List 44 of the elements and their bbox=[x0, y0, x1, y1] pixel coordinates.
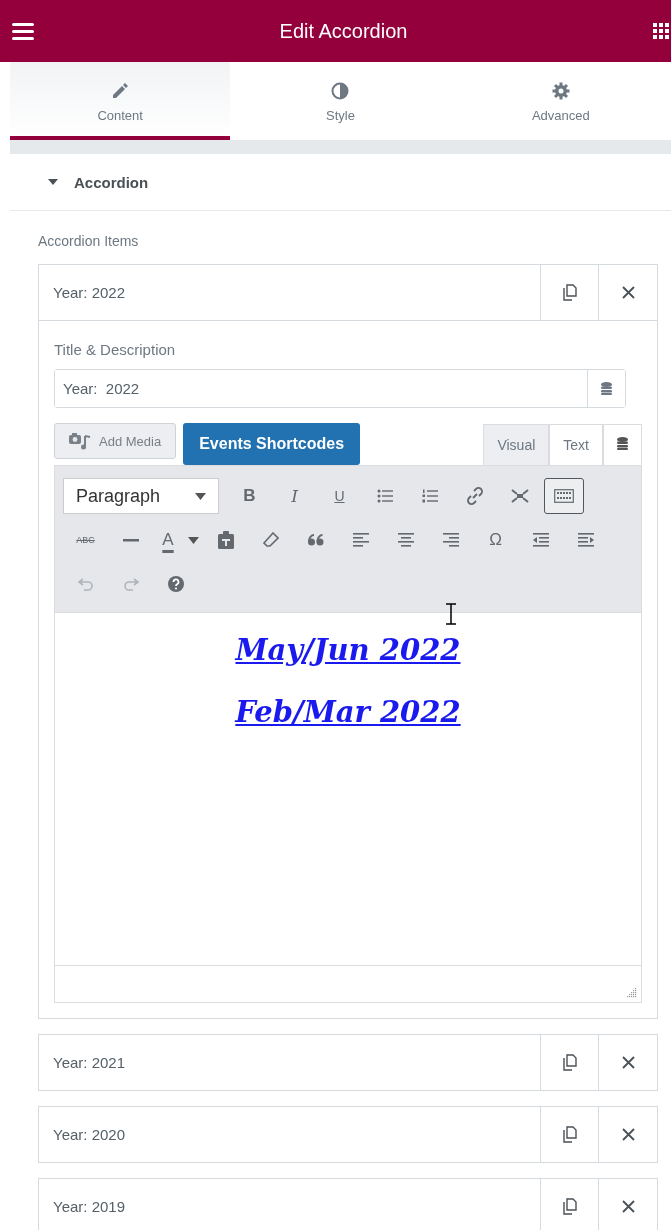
copy-icon bbox=[562, 1198, 577, 1215]
contrast-icon bbox=[331, 81, 350, 100]
dynamic-tags-button[interactable] bbox=[587, 370, 625, 407]
camera-music-icon bbox=[69, 432, 91, 450]
panel-tab[interactable]: Content bbox=[10, 62, 231, 140]
format-dropdown[interactable]: Paragraph bbox=[63, 478, 219, 514]
editor-mode-tab[interactable]: Text bbox=[549, 424, 603, 465]
dynamic-tags-button[interactable] bbox=[603, 424, 642, 465]
copy-icon bbox=[562, 1126, 577, 1143]
close-icon bbox=[621, 1128, 635, 1141]
item-title[interactable]: Year: 2022 bbox=[39, 265, 540, 320]
close-icon bbox=[621, 286, 635, 299]
keyboard-icon bbox=[554, 489, 574, 503]
text-cursor-icon bbox=[445, 603, 457, 625]
field-label: Title & Description bbox=[54, 341, 177, 358]
copy-icon bbox=[562, 1054, 577, 1071]
panel-title: Edit Accordion bbox=[279, 19, 408, 43]
special-character-button[interactable]: Ω bbox=[473, 522, 518, 558]
toolbar-toggle-button[interactable] bbox=[544, 478, 584, 514]
copy-icon bbox=[562, 284, 577, 301]
italic-button[interactable]: I bbox=[272, 478, 317, 514]
database-icon bbox=[617, 437, 628, 450]
text-color-button[interactable]: A bbox=[153, 522, 183, 558]
menu-icon[interactable] bbox=[12, 22, 34, 40]
resize-grip-icon[interactable] bbox=[627, 988, 637, 998]
database-icon bbox=[601, 382, 612, 395]
field-label: Accordion Items bbox=[38, 233, 140, 249]
content-link[interactable]: Feb/Mar 2022 bbox=[235, 695, 461, 729]
strikethrough-button[interactable]: ABC bbox=[63, 522, 108, 558]
caret-icon bbox=[195, 492, 206, 500]
underline-button[interactable]: U bbox=[317, 478, 362, 514]
item-title[interactable]: Year: 2019 bbox=[39, 1179, 540, 1230]
section-header[interactable]: Accordion bbox=[10, 154, 671, 211]
add-media-button[interactable]: Add Media bbox=[54, 423, 177, 459]
pencil-icon bbox=[111, 81, 130, 100]
item-title[interactable]: Year: 2020 bbox=[39, 1107, 540, 1162]
events-shortcodes-button[interactable]: Events Shortcodes bbox=[183, 423, 361, 465]
close-icon bbox=[621, 1056, 635, 1069]
editor-mode-tab[interactable]: Visual bbox=[483, 424, 550, 465]
content-link[interactable]: May/Jun 2022 bbox=[235, 633, 461, 667]
item-title[interactable]: Year: 2021 bbox=[39, 1035, 540, 1090]
close-icon bbox=[621, 1200, 635, 1213]
grid-icon[interactable] bbox=[653, 23, 669, 39]
bold-button[interactable]: B bbox=[227, 478, 272, 514]
